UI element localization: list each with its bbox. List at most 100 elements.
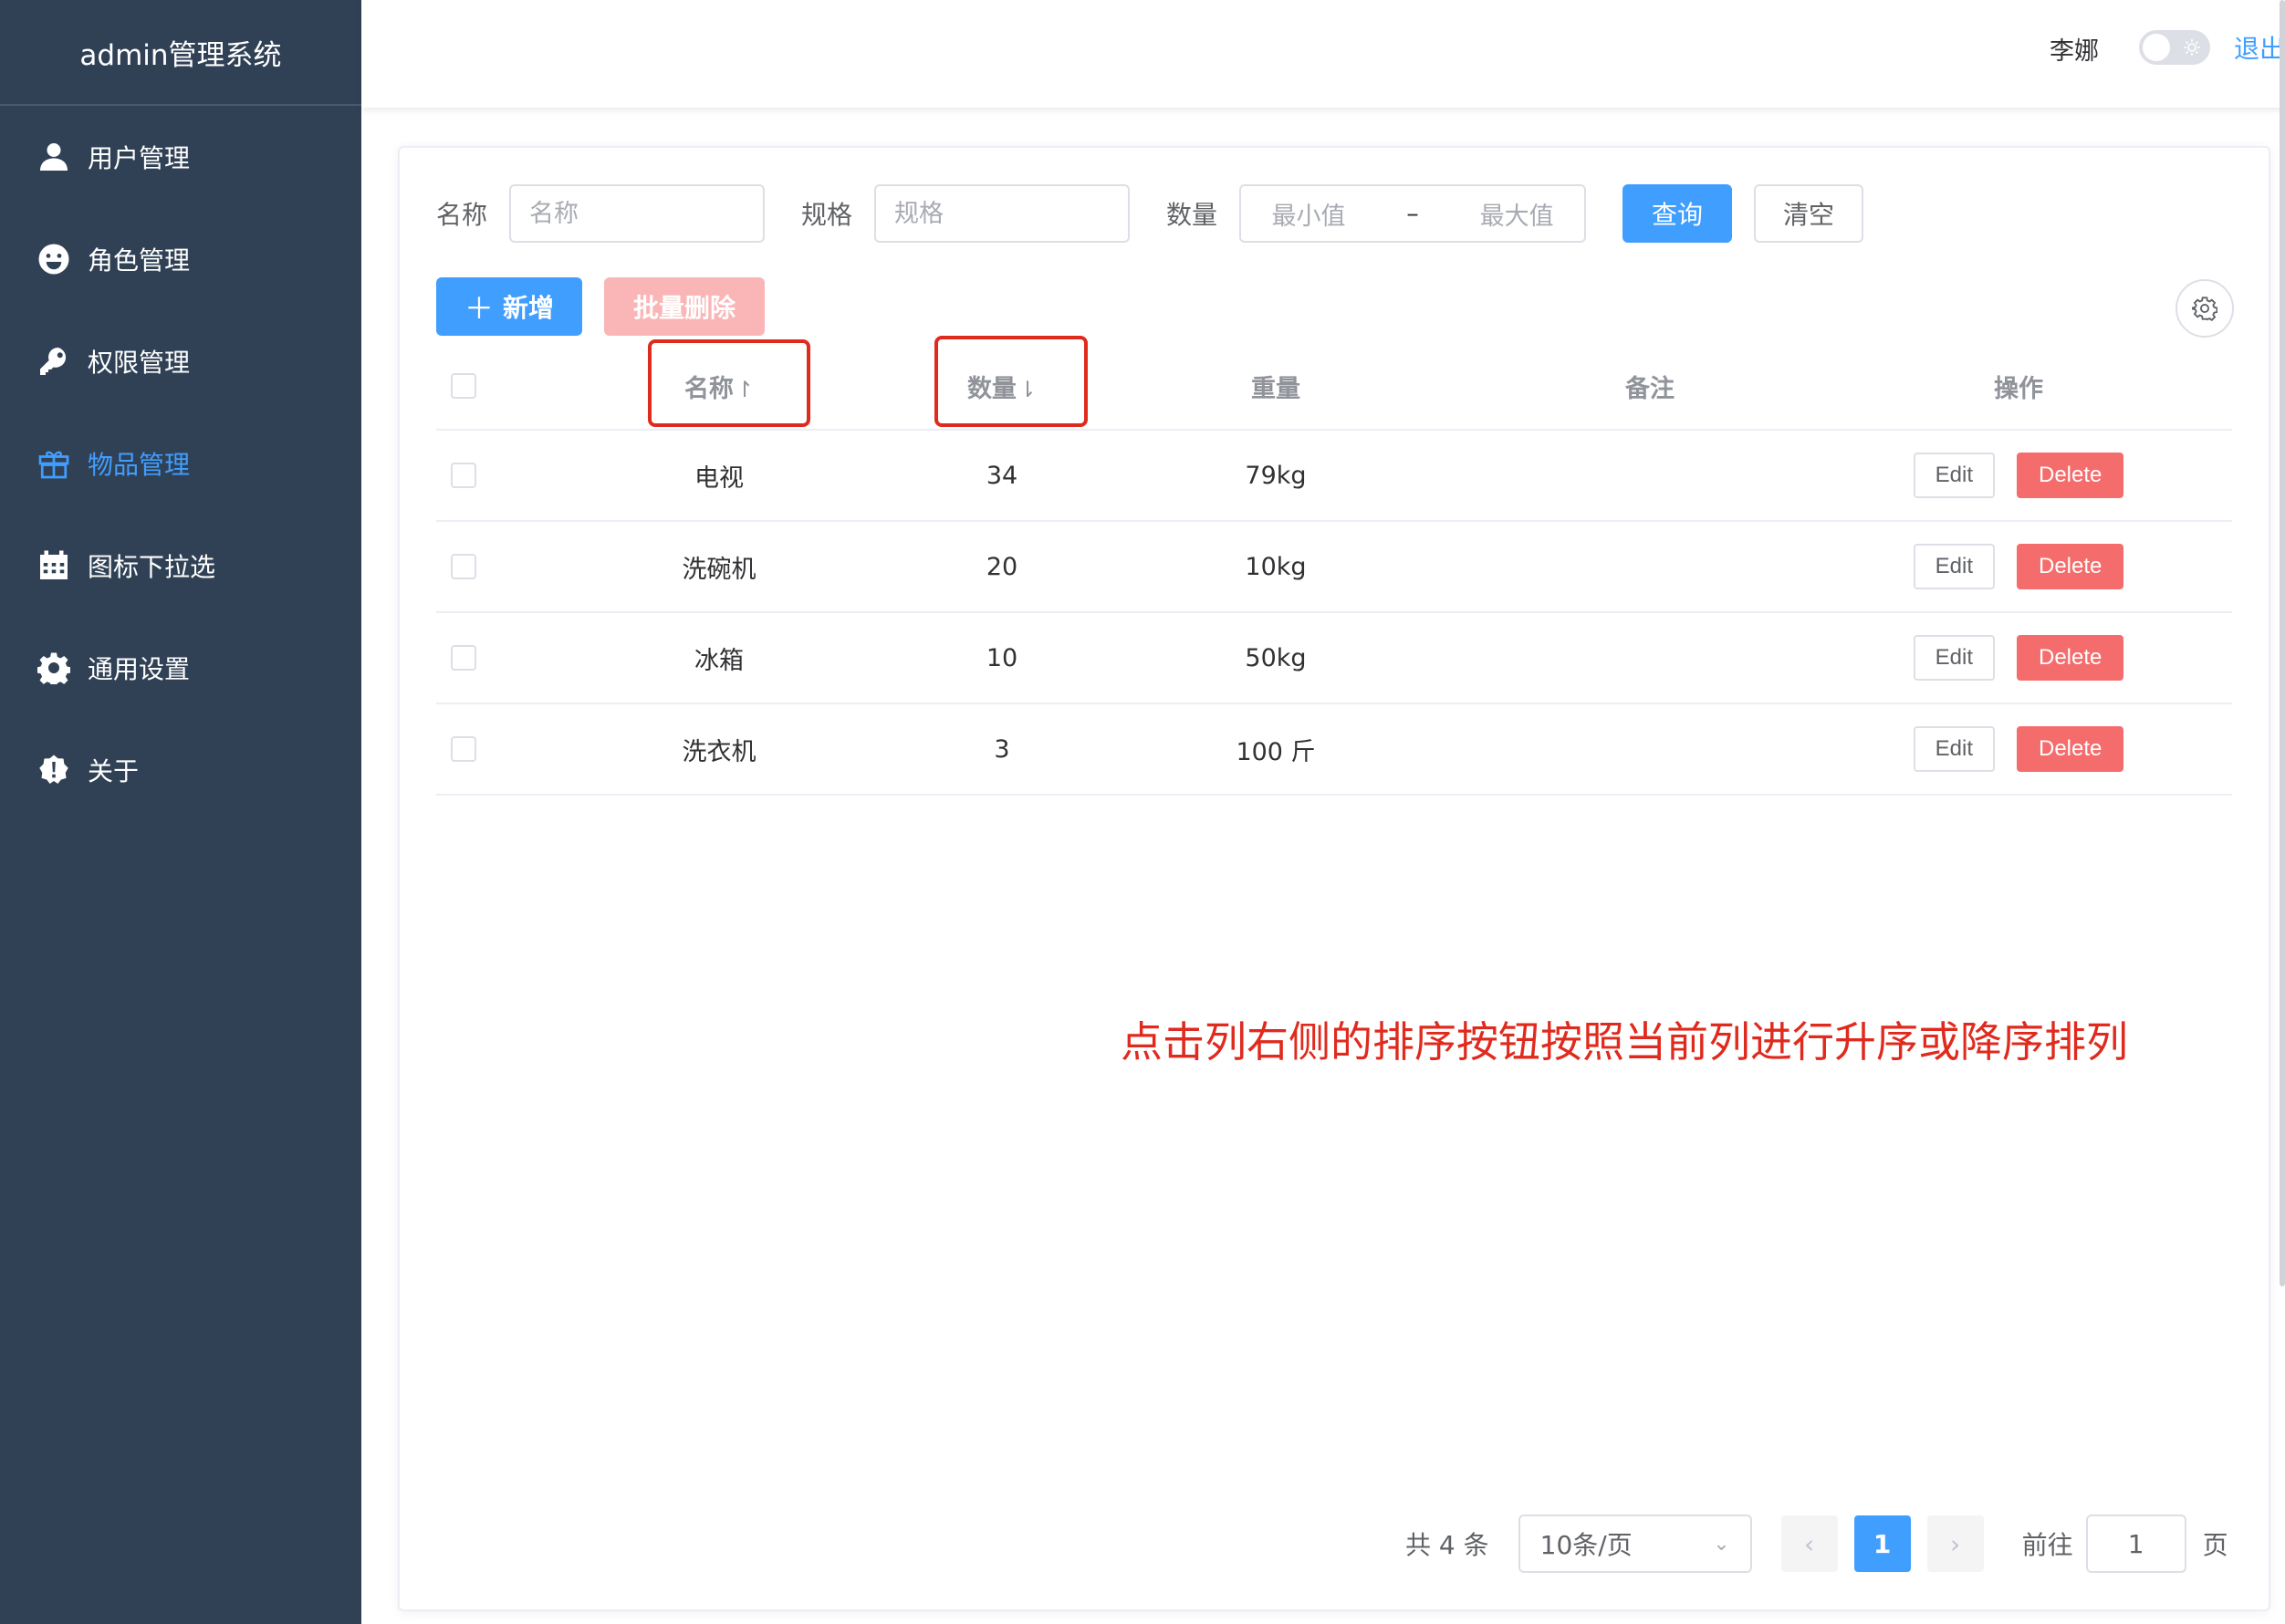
sidebar-item-icon-select[interactable]: 图标下拉选: [0, 515, 361, 617]
cell-weight: 50kg: [1245, 643, 1307, 672]
delete-button[interactable]: Delete: [2016, 544, 2124, 589]
spec-filter-input[interactable]: [874, 184, 1131, 243]
sidebar-item-label: 角色管理: [88, 245, 191, 276]
search-button[interactable]: 查询: [1622, 184, 1733, 243]
table-row: 冰箱 10 50kg Edit Delete: [436, 613, 2232, 704]
add-button-label: 新增: [503, 293, 555, 323]
goto-page-input[interactable]: 1: [2085, 1515, 2186, 1573]
cell-qty: 20: [986, 552, 1018, 581]
sidebar-item-items[interactable]: 物品管理: [0, 412, 361, 515]
clear-button[interactable]: 清空: [1754, 184, 1864, 243]
cell-ops: Edit Delete: [1805, 453, 2232, 498]
row-checkbox[interactable]: [451, 736, 476, 762]
column-header-weight: 重量: [1251, 374, 1300, 403]
cell-name: 洗衣机: [682, 737, 756, 766]
edit-button[interactable]: Edit: [1913, 635, 1995, 681]
cell-qty: 10: [986, 643, 1018, 672]
table-row: 洗衣机 3 100 斤 Edit Delete: [436, 704, 2232, 796]
column-settings-button[interactable]: [2175, 279, 2234, 338]
qty-filter-label: 数量: [1166, 200, 1218, 230]
delete-button[interactable]: Delete: [2016, 453, 2124, 498]
gear-icon: [2192, 297, 2217, 321]
cell-ops: Edit Delete: [1805, 635, 2232, 681]
page-number-1[interactable]: 1: [1853, 1515, 1911, 1572]
cell-weight: 79kg: [1245, 461, 1307, 490]
qty-max-input[interactable]: 最大值: [1480, 196, 1554, 232]
sidebar-item-settings[interactable]: 通用设置: [0, 617, 361, 719]
key-icon: [37, 344, 71, 379]
warning-badge-icon: [37, 753, 71, 787]
gift-icon: [37, 446, 71, 481]
sidebar-item-label: 图标下拉选: [88, 552, 216, 582]
sidebar-item-about[interactable]: 关于: [0, 719, 361, 821]
plus-icon: ＋: [464, 291, 494, 326]
theme-toggle[interactable]: [2139, 30, 2210, 65]
name-sort-highlight: [648, 339, 810, 427]
window-scrollbar[interactable]: [2280, 0, 2285, 1286]
cell-qty: 3: [994, 734, 1010, 764]
qty-sort-highlight: [934, 336, 1088, 427]
cell-ops: Edit Delete: [1805, 726, 2232, 772]
filter-bar: 名称 规格 数量 最小值 – 最大值 查询 清空: [436, 184, 1864, 243]
sidebar-item-permissions[interactable]: 权限管理: [0, 310, 361, 412]
next-page-button[interactable]: ›: [1926, 1515, 1984, 1572]
sidebar-menu: 用户管理 角色管理 权限管理 物品管理 图标下拉选 通用设置 关于: [0, 106, 361, 821]
range-separator: –: [1406, 199, 1419, 228]
cell-name: 电视: [694, 463, 744, 493]
batch-delete-button[interactable]: 批量删除: [604, 277, 765, 336]
cell-name: 冰箱: [694, 646, 744, 675]
edit-button[interactable]: Edit: [1913, 544, 1995, 589]
add-button[interactable]: ＋ 新增: [436, 277, 582, 336]
row-checkbox[interactable]: [451, 463, 476, 488]
edit-button[interactable]: Edit: [1913, 453, 1995, 498]
sort-annotation: 点击列右侧的排序按钮按照当前列进行升序或降序排列: [1121, 1017, 2128, 1067]
sidebar-item-label: 物品管理: [88, 450, 191, 480]
spec-filter-label: 规格: [801, 200, 853, 230]
column-header-ops: 操作: [1994, 374, 2043, 403]
column-header-remark: 备注: [1625, 374, 1675, 403]
row-checkbox[interactable]: [451, 645, 476, 671]
action-bar: ＋ 新增 批量删除: [436, 277, 765, 336]
top-header: 李娜 退出: [361, 0, 2285, 108]
delete-button[interactable]: Delete: [2016, 726, 2124, 772]
logout-link[interactable]: 退出: [2234, 29, 2285, 66]
user-icon: [37, 140, 71, 174]
user-name: 李娜: [2050, 37, 2099, 66]
page-size-select[interactable]: 10条/页 ⌄: [1518, 1515, 1752, 1573]
cell-ops: Edit Delete: [1805, 544, 2232, 589]
sidebar-item-label: 通用设置: [88, 654, 191, 684]
sidebar-item-users[interactable]: 用户管理: [0, 106, 361, 208]
select-all-checkbox[interactable]: [451, 373, 476, 399]
sidebar-item-label: 权限管理: [88, 348, 191, 378]
sidebar-item-roles[interactable]: 角色管理: [0, 208, 361, 310]
cell-weight: 100 斤: [1236, 737, 1316, 766]
row-checkbox[interactable]: [451, 554, 476, 579]
chevron-down-icon: ⌄: [1713, 1532, 1730, 1556]
cell-name: 洗碗机: [682, 555, 756, 584]
prev-page-button[interactable]: ‹: [1780, 1515, 1838, 1572]
gear-icon: [37, 651, 71, 685]
table-row: 洗碗机 20 10kg Edit Delete: [436, 522, 2232, 613]
pagination: 共 4 条 10条/页 ⌄ ‹ 1 › 前往 1 页: [1405, 1515, 2228, 1573]
page-suffix-label: 页: [2202, 1530, 2228, 1560]
edit-button[interactable]: Edit: [1913, 726, 1995, 772]
name-filter-input[interactable]: [509, 184, 766, 243]
goto-label: 前往: [2021, 1530, 2073, 1560]
sun-icon: [2184, 39, 2200, 56]
sidebar-item-label: 关于: [88, 756, 140, 786]
cell-weight: 10kg: [1245, 552, 1307, 581]
qty-min-input[interactable]: 最小值: [1271, 196, 1345, 232]
page-size-value: 10条/页: [1539, 1530, 1633, 1560]
smile-icon: [37, 242, 71, 276]
content-card: 名称 规格 数量 最小值 – 最大值 查询 清空 ＋ 新增 批量删除 名称↾: [398, 146, 2270, 1611]
delete-button[interactable]: Delete: [2016, 635, 2124, 681]
table-row: 电视 34 79kg Edit Delete: [436, 431, 2232, 522]
brand-title: admin管理系统: [0, 0, 361, 106]
name-filter-label: 名称: [436, 200, 488, 230]
chevron-right-icon: ›: [1950, 1528, 1961, 1559]
sidebar: admin管理系统 用户管理 角色管理 权限管理 物品管理 图标下拉选 通用设置…: [0, 0, 361, 1624]
toggle-knob: [2143, 34, 2170, 61]
calendar-icon: [37, 548, 71, 583]
sidebar-item-label: 用户管理: [88, 143, 191, 173]
cell-qty: 34: [986, 461, 1018, 490]
